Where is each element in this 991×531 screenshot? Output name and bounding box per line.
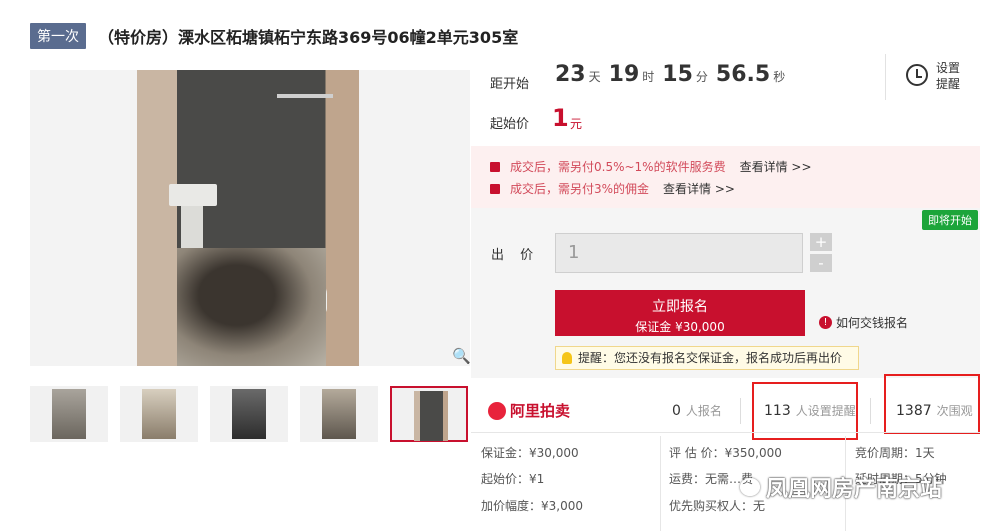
countdown-timer: 23 天 19 时 15 分 56.5 秒 <box>555 62 786 87</box>
set-reminder-button[interactable]: 设置 提醒 <box>885 54 975 100</box>
lightbulb-icon <box>562 352 572 364</box>
alarm-clock-icon <box>906 64 928 86</box>
ali-auction-logo: 阿里拍卖 <box>488 400 570 421</box>
apply-now-button[interactable]: 立即报名 保证金 ¥30,000 <box>555 290 805 336</box>
thumbnail-strip <box>30 386 468 442</box>
cycle-info: 竞价周期：1天 <box>855 446 935 460</box>
countdown-hours: 19 <box>608 62 640 87</box>
status-badge: 即将开始 <box>922 210 978 230</box>
info-icon: ! <box>819 316 832 329</box>
reminder-tip: 提醒：您还没有报名交保证金，报名成功后再出价 <box>555 346 859 370</box>
listing-title: （特价房）溧水区柘塘镇柘宁东路369号06幢2单元305室 <box>98 28 519 47</box>
decrease-button[interactable]: - <box>810 254 832 272</box>
signup-count: 0 人报名 <box>672 403 722 419</box>
zoom-icon[interactable]: 🔍 <box>452 347 471 365</box>
bid-label: 出 价 <box>491 248 540 263</box>
start-price-unit: 元 <box>570 117 583 131</box>
countdown-seconds: 56.5 <box>715 62 771 87</box>
increment-info: 加价幅度：¥3,000 <box>481 499 583 513</box>
gift-icon <box>490 183 500 194</box>
how-to-pay-link[interactable]: ! 如何交钱报名 <box>819 314 908 331</box>
start-price-label: 起始价 <box>490 117 530 132</box>
thumbnail[interactable] <box>300 386 378 442</box>
fee-notice: 成交后，需另付0.5%~1%的软件服务费 查看详情 >> 成交后，需另付3%的佣… <box>471 146 980 208</box>
highlight-box <box>884 374 980 434</box>
thumbnail[interactable] <box>210 386 288 442</box>
fee-row: 成交后，需另付0.5%~1%的软件服务费 查看详情 >> <box>490 158 812 175</box>
fee-details-link[interactable]: 查看详情 >> <box>740 158 812 175</box>
start-price-value: 1 <box>552 104 569 132</box>
wechat-icon <box>740 478 760 496</box>
auction-page: 第一次 （特价房）溧水区柘塘镇柘宁东路369号06幢2单元305室 🔍 距开始 … <box>0 0 991 531</box>
bathroom-photo <box>137 70 359 366</box>
thumbnail-selected[interactable] <box>390 386 468 442</box>
round-badge: 第一次 <box>30 23 86 49</box>
ali-auction-icon <box>488 401 506 420</box>
start-price-info: 起始价：¥1 <box>481 472 545 486</box>
countdown-label: 距开始 <box>490 77 530 92</box>
gift-icon <box>490 161 500 172</box>
listing-header: 第一次 （特价房）溧水区柘塘镇柘宁东路369号06幢2单元305室 <box>30 22 518 50</box>
watermark: 凤凰网房产南京站 <box>740 471 942 503</box>
bid-panel: 即将开始 出 价 1 + - 立即报名 保证金 ¥30,000 ! 如何交钱报名… <box>471 208 980 378</box>
thumbnail[interactable] <box>120 386 198 442</box>
thumbnail[interactable] <box>30 386 108 442</box>
fee-row: 成交后，需另付3%的佣金 查看详情 >> <box>490 180 735 197</box>
fee-details-link[interactable]: 查看详情 >> <box>663 180 735 197</box>
appraisal-info: 评 估 价：¥350,000 <box>669 446 782 460</box>
deposit-info: 保证金：¥30,000 <box>481 446 579 460</box>
countdown-days: 23 <box>555 62 586 87</box>
main-photo[interactable] <box>30 70 470 366</box>
countdown-minutes: 15 <box>662 62 693 87</box>
increase-button[interactable]: + <box>810 233 832 251</box>
bid-input[interactable]: 1 <box>555 233 803 273</box>
